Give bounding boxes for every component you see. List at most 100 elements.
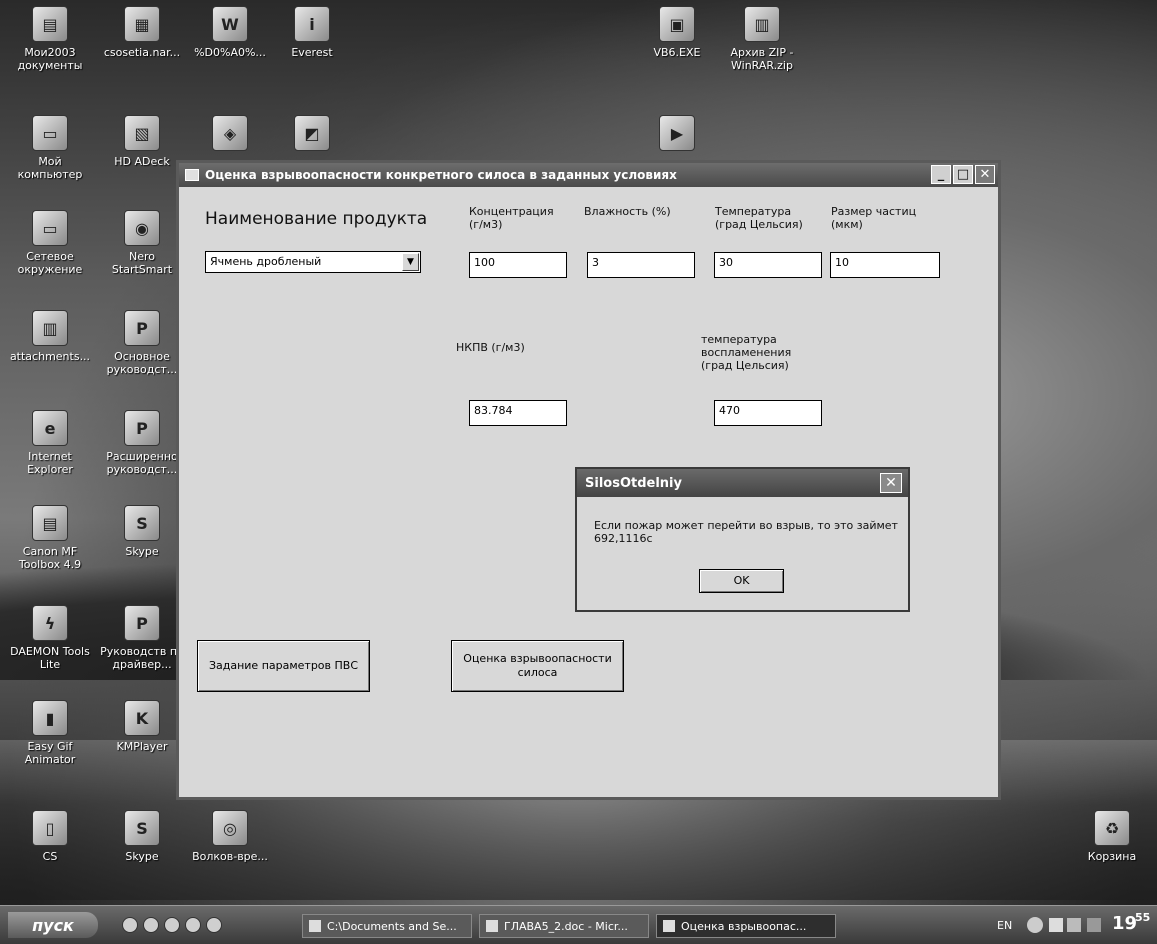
set-pvs-params-button[interactable]: Задание параметров ПВС xyxy=(197,640,370,692)
taskbar-item[interactable]: ГЛАВА5_2.doc - Micr... xyxy=(479,914,649,938)
ignition-temp-label: температура воспламенения (град Цельсия) xyxy=(701,333,792,372)
desktop-icon-glyph: ▶ xyxy=(670,123,684,143)
minimize-button[interactable]: _ xyxy=(931,165,951,184)
word-icon xyxy=(486,920,498,932)
particle-size-input[interactable]: 10 xyxy=(830,252,940,278)
desktop-icon-label: %D0%A0%... xyxy=(194,46,266,59)
concentration-input[interactable]: 100 xyxy=(469,252,567,278)
desktop-icon-label: Easy Gif Animator xyxy=(24,740,76,766)
start-label: пуск xyxy=(32,915,74,935)
desktop-icon-label: Canon MF Toolbox 4.9 xyxy=(18,545,82,571)
taskbar-item-active[interactable]: Оценка взрывоопас... xyxy=(656,914,836,938)
desktop-icon[interactable]: e Internet Explorer xyxy=(8,410,92,476)
humidity-label: Влажность (%) xyxy=(584,205,671,218)
desktop-icon[interactable]: ▭ Мой компьютер xyxy=(8,115,92,181)
desktop-icon[interactable]: P Расширенно руководст... xyxy=(100,410,184,476)
desktop-icon-glyph: i xyxy=(309,14,315,34)
desktop-icon[interactable]: ϟ DAEMON Tools Lite xyxy=(8,605,92,671)
clock-minutes[interactable]: 55 xyxy=(1135,911,1150,924)
quicklaunch-icon[interactable] xyxy=(206,917,222,933)
desktop-icon-glyph: ▥ xyxy=(754,14,770,34)
message-box-title: SilosOtdelniy xyxy=(585,475,682,491)
desktop-icon-label: DAEMON Tools Lite xyxy=(10,645,90,671)
desktop-icon-image: ♻ xyxy=(1094,810,1130,846)
message-close-icon[interactable]: ✕ xyxy=(880,473,902,493)
language-indicator[interactable]: EN xyxy=(997,919,1012,932)
ok-button[interactable]: OK xyxy=(699,569,784,593)
desktop-icon-label: csosetia.nar... xyxy=(103,46,181,59)
desktop-icon[interactable]: S Skype xyxy=(100,505,184,558)
desktop-icon[interactable]: W %D0%A0%... xyxy=(188,6,272,59)
desktop-icon[interactable]: ▥ Архив ZIP - WinRAR.zip xyxy=(720,6,804,72)
desktop-icon[interactable]: ▶ xyxy=(635,115,719,155)
quicklaunch-icon[interactable] xyxy=(143,917,159,933)
desktop-icon[interactable]: ▥ attachments... xyxy=(8,310,92,363)
desktop-icon-image: ▮ xyxy=(32,700,68,736)
desktop-icon-glyph: ♻ xyxy=(1104,818,1120,838)
desktop-icon[interactable]: i Everest xyxy=(270,6,354,59)
desktop-icon-label: Волков-вре... xyxy=(192,850,268,863)
desktop-icon-image: ◩ xyxy=(294,115,330,151)
desktop-icon-image: ▧ xyxy=(124,115,160,151)
product-select[interactable]: Ячмень дробленый ▼ xyxy=(205,251,421,273)
close-button[interactable]: ✕ xyxy=(975,165,995,184)
quicklaunch-icon[interactable] xyxy=(164,917,180,933)
taskbar-item-label: ГЛАВА5_2.doc - Micr... xyxy=(504,919,628,933)
temperature-input[interactable]: 30 xyxy=(714,252,822,278)
desktop-icon-label: Skype xyxy=(125,545,159,558)
chevron-down-icon[interactable]: ▼ xyxy=(402,253,419,271)
window-titlebar[interactable]: Оценка взрывоопасности конкретного силос… xyxy=(179,163,998,187)
desktop-icon[interactable]: ▦ csosetia.nar... xyxy=(100,6,184,59)
desktop-icon[interactable]: ◉ Nero StartSmart xyxy=(100,210,184,276)
desktop-icon[interactable]: ◩ xyxy=(270,115,354,155)
desktop-icon-label: Internet Explorer xyxy=(27,450,73,476)
ignition-temp-output[interactable]: 470 xyxy=(714,400,822,426)
clock-hours[interactable]: 19 xyxy=(1112,913,1137,934)
desktop-icon[interactable]: ▭ Сетевое окружение xyxy=(8,210,92,276)
quicklaunch-icon[interactable] xyxy=(185,917,201,933)
taskbar-item[interactable]: C:\Documents and Se... xyxy=(302,914,472,938)
desktop-icon[interactable]: ♻ Корзина xyxy=(1070,810,1154,863)
desktop-icon-glyph: P xyxy=(136,318,148,338)
message-box: SilosOtdelniy ✕ Если пожар может перейти… xyxy=(575,467,910,612)
humidity-input[interactable]: 3 xyxy=(587,252,695,278)
desktop-icon-label: Сетевое окружение xyxy=(17,250,83,276)
desktop-icon[interactable]: S Skype xyxy=(100,810,184,863)
desktop-icon-image: P xyxy=(124,410,160,446)
desktop-icon-glyph: ◩ xyxy=(304,123,320,143)
desktop-icon[interactable]: ▤ Canon MF Toolbox 4.9 xyxy=(8,505,92,571)
maximize-button[interactable]: □ xyxy=(953,165,973,184)
quicklaunch-icon[interactable] xyxy=(122,917,138,933)
tray-icon[interactable] xyxy=(1049,918,1063,932)
desktop-icon-image: ▶ xyxy=(659,115,695,151)
concentration-label: Концентрация (г/м3) xyxy=(469,205,554,231)
desktop-icon[interactable]: ▧ HD ADeck xyxy=(100,115,184,168)
desktop-icon[interactable]: ▣ VB6.EXE xyxy=(635,6,719,59)
desktop-icon[interactable]: ▮ Easy Gif Animator xyxy=(8,700,92,766)
tray-arrow-icon[interactable] xyxy=(1027,917,1043,933)
nkpv-output[interactable]: 83.784 xyxy=(469,400,567,426)
desktop-icon-image: ϟ xyxy=(32,605,68,641)
desktop-icon-glyph: ▧ xyxy=(134,123,150,143)
desktop-icon[interactable]: K KMPlayer xyxy=(100,700,184,753)
desktop-icon[interactable]: ◎ Волков-вре... xyxy=(188,810,272,863)
window-title: Оценка взрывоопасности конкретного силос… xyxy=(205,168,677,182)
desktop-icon-label: Мои2003 документы xyxy=(17,46,83,72)
message-box-titlebar[interactable]: SilosOtdelniy xyxy=(577,469,908,497)
desktop-icon[interactable]: ▯ CS xyxy=(8,810,92,863)
desktop-icon-glyph: e xyxy=(44,418,56,438)
desktop-icon-image: ▣ xyxy=(659,6,695,42)
desktop-icon-image: ◎ xyxy=(212,810,248,846)
tray-icon[interactable] xyxy=(1087,918,1101,932)
start-button[interactable]: пуск xyxy=(8,912,98,938)
desktop-icon[interactable]: ▤ Мои2003 документы xyxy=(8,6,92,72)
desktop-icon-glyph: ◈ xyxy=(223,123,237,143)
desktop-icon-image: ▤ xyxy=(32,505,68,541)
desktop-icon[interactable]: ◈ xyxy=(188,115,272,155)
desktop-icon-glyph: ▮ xyxy=(45,708,55,728)
desktop-icon[interactable]: P Руководств по драйвер... xyxy=(100,605,184,671)
assess-explosion-button[interactable]: Оценка взрывоопасности силоса xyxy=(451,640,624,692)
desktop-icon-image: ◈ xyxy=(212,115,248,151)
tray-icon[interactable] xyxy=(1067,918,1081,932)
desktop-icon[interactable]: P Основное руководст... xyxy=(100,310,184,376)
